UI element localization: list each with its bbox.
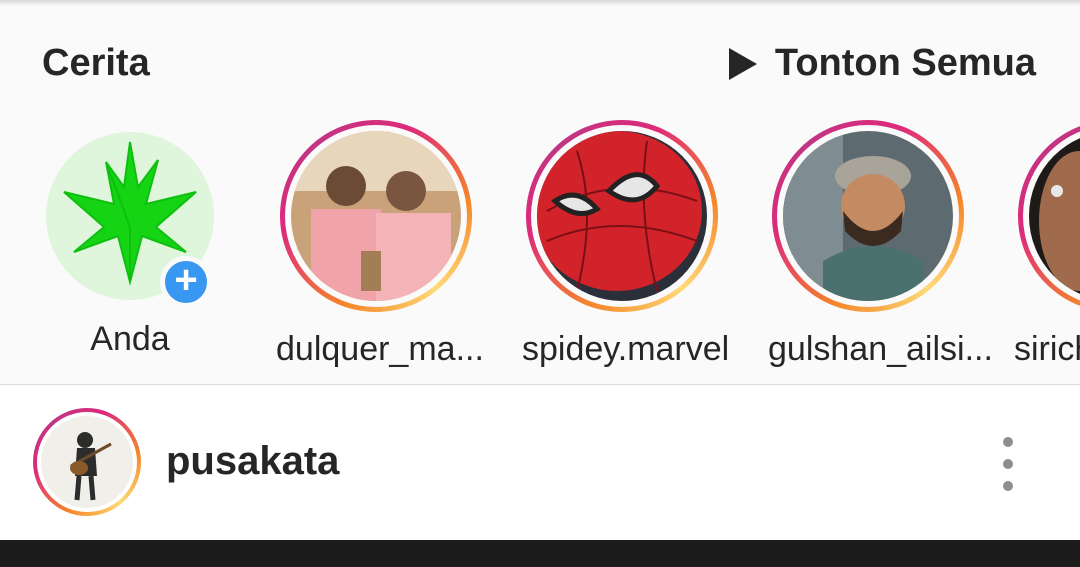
story-item[interactable]: dulquer_ma... (276, 120, 484, 369)
story-ring (280, 120, 472, 312)
photo-man-cap-icon (783, 131, 953, 301)
story-avatar (291, 131, 461, 301)
play-icon (728, 47, 757, 80)
add-story-icon[interactable]: + (160, 256, 212, 308)
story-ring (772, 120, 964, 312)
story-label: spidey.marvel (522, 330, 730, 368)
watch-all-button[interactable]: Tonton Semua (728, 42, 1036, 85)
post-header: pusakata (0, 385, 1080, 540)
photo-woman-icon (1029, 131, 1080, 301)
story-avatar (783, 131, 953, 301)
story-avatar (1029, 131, 1080, 301)
story-item[interactable]: gulshan_ailsi... (768, 120, 993, 369)
post-avatar-ring[interactable] (33, 408, 141, 516)
photo-two-men-icon (291, 131, 461, 301)
story-item[interactable]: sirich (1014, 120, 1080, 369)
story-label: Anda (90, 320, 170, 358)
watch-all-label: Tonton Semua (774, 42, 1036, 84)
story-label: gulshan_ailsi... (768, 330, 993, 368)
post-avatar (41, 416, 133, 508)
more-options-icon[interactable] (990, 437, 1026, 491)
spiderman-mask-icon (537, 131, 707, 301)
story-label: dulquer_ma... (276, 330, 484, 368)
post-image (0, 540, 1080, 567)
photo-guitarist-icon (41, 416, 133, 508)
post-username[interactable]: pusakata (166, 439, 339, 484)
story-item[interactable]: spidey.marvel (522, 120, 730, 369)
story-own[interactable]: + Anda (30, 120, 230, 359)
story-ring (1018, 120, 1080, 312)
story-ring (526, 120, 718, 312)
story-avatar (537, 131, 707, 301)
story-label: sirich (1014, 330, 1080, 368)
stories-title: Cerita (42, 42, 150, 84)
stories-tray: Cerita Tonton Semua + Anda dulquer_ma...… (0, 6, 1080, 384)
